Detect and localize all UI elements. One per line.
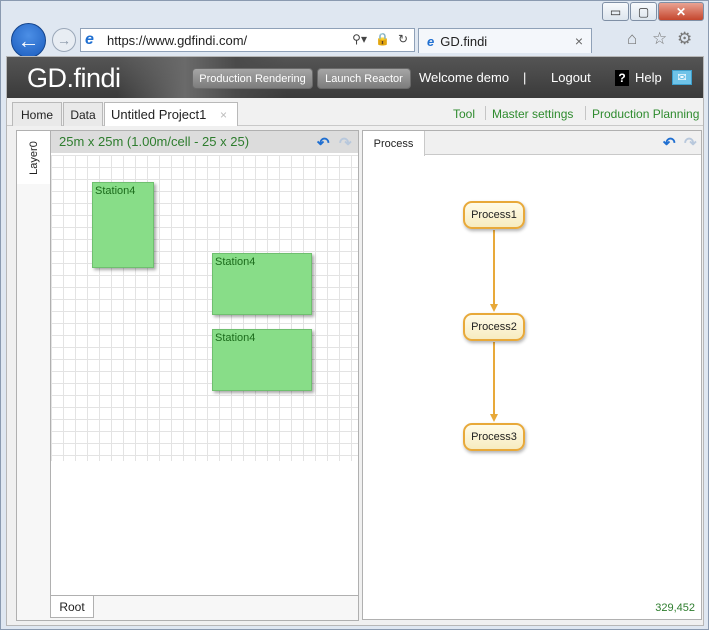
cursor-coordinates: 329,452	[655, 602, 695, 614]
back-button[interactable]: ←	[11, 23, 46, 58]
process-node[interactable]: Process2	[463, 313, 525, 341]
grid-info-text: 25m x 25m (1.00m/cell - 25 x 25)	[59, 134, 250, 149]
layer-tab-label: Layer0	[27, 140, 40, 175]
station-block[interactable]: Station4	[212, 329, 312, 391]
process-panel: Process ↶ ↷ Process1 Process2 Process3 3…	[362, 130, 702, 620]
gear-icon[interactable]: ⚙	[677, 29, 692, 49]
logout-link[interactable]: Logout	[551, 70, 591, 85]
close-tab-icon[interactable]: ×	[575, 33, 583, 49]
tab-project-label: Untitled Project1	[111, 107, 207, 122]
home-icon[interactable]: ⌂	[627, 29, 637, 49]
app-container: GD.findi Production Rendering Launch Rea…	[6, 56, 704, 626]
close-window-button[interactable]: ✕	[658, 2, 704, 21]
lock-icon[interactable]: 🔒	[375, 32, 390, 46]
help-link[interactable]: Help	[635, 70, 662, 85]
ie-icon: e	[427, 33, 435, 49]
layout-panel: Layer0 25m x 25m (1.00m/cell - 25 x 25) …	[16, 130, 359, 621]
help-icon[interactable]: ?	[615, 70, 629, 86]
layout-grid[interactable]: Station4 Station4 Station4	[51, 155, 358, 461]
station-block[interactable]: Station4	[212, 253, 312, 315]
process-node[interactable]: Process1	[463, 201, 525, 229]
search-icon[interactable]: ⚲▾	[352, 32, 367, 46]
arrow-right-icon: →	[57, 32, 71, 48]
address-bar[interactable]: e https://www.gdfindi.com/ ⚲▾ 🔒 ↻	[80, 28, 415, 52]
arrow-left-icon: ←	[17, 27, 40, 53]
redo-icon[interactable]: ↷	[339, 134, 352, 152]
production-rendering-button[interactable]: Production Rendering	[192, 68, 313, 89]
layer-tab[interactable]: Layer0	[17, 131, 50, 184]
welcome-text: Welcome demo	[419, 70, 510, 85]
layout-canvas-area: 25m x 25m (1.00m/cell - 25 x 25) ↶ ↷ Sta…	[50, 131, 358, 596]
tool-link[interactable]: Tool	[453, 107, 475, 121]
browser-window: ▭ ▢ ✕ ← → e https://www.gdfindi.com/ ⚲▾ …	[0, 0, 709, 630]
mail-icon[interactable]: ✉	[672, 70, 692, 85]
app-header: GD.findi Production Rendering Launch Rea…	[7, 57, 703, 98]
undo-icon[interactable]: ↶	[317, 134, 330, 152]
arrow-head-icon	[490, 414, 498, 422]
minimize-button[interactable]: ▭	[602, 2, 629, 21]
root-tab[interactable]: Root	[50, 596, 94, 618]
browser-tab-title: GD.findi	[440, 33, 488, 49]
close-icon[interactable]: ×	[220, 108, 227, 122]
ie-icon: e	[85, 31, 94, 48]
arrow-head-icon	[490, 304, 498, 312]
process-connectors	[490, 230, 498, 422]
forward-button[interactable]: →	[52, 28, 76, 52]
process-node[interactable]: Process3	[463, 423, 525, 451]
launch-reactor-button[interactable]: Launch Reactor	[317, 68, 411, 89]
refresh-icon[interactable]: ↻	[398, 32, 408, 46]
production-planning-link[interactable]: Production Planning	[592, 107, 699, 121]
tab-data[interactable]: Data	[63, 102, 103, 126]
app-tab-bar: Home Data Untitled Project1 × Tool Maste…	[7, 98, 703, 126]
maximize-button[interactable]: ▢	[630, 2, 657, 21]
url-text[interactable]: https://www.gdfindi.com/	[107, 33, 247, 48]
favorites-icon[interactable]: ☆	[652, 29, 667, 49]
browser-tab[interactable]: e GD.findi ×	[418, 28, 592, 53]
header-separator: |	[523, 70, 527, 85]
logo: GD.findi	[27, 63, 121, 93]
station-block[interactable]: Station4	[92, 182, 154, 268]
tab-project[interactable]: Untitled Project1 ×	[104, 102, 238, 126]
divider	[485, 106, 486, 120]
tab-home[interactable]: Home	[12, 102, 62, 126]
grid-info-bar: 25m x 25m (1.00m/cell - 25 x 25) ↶ ↷	[51, 131, 358, 153]
master-settings-link[interactable]: Master settings	[492, 107, 573, 121]
divider	[585, 106, 586, 120]
